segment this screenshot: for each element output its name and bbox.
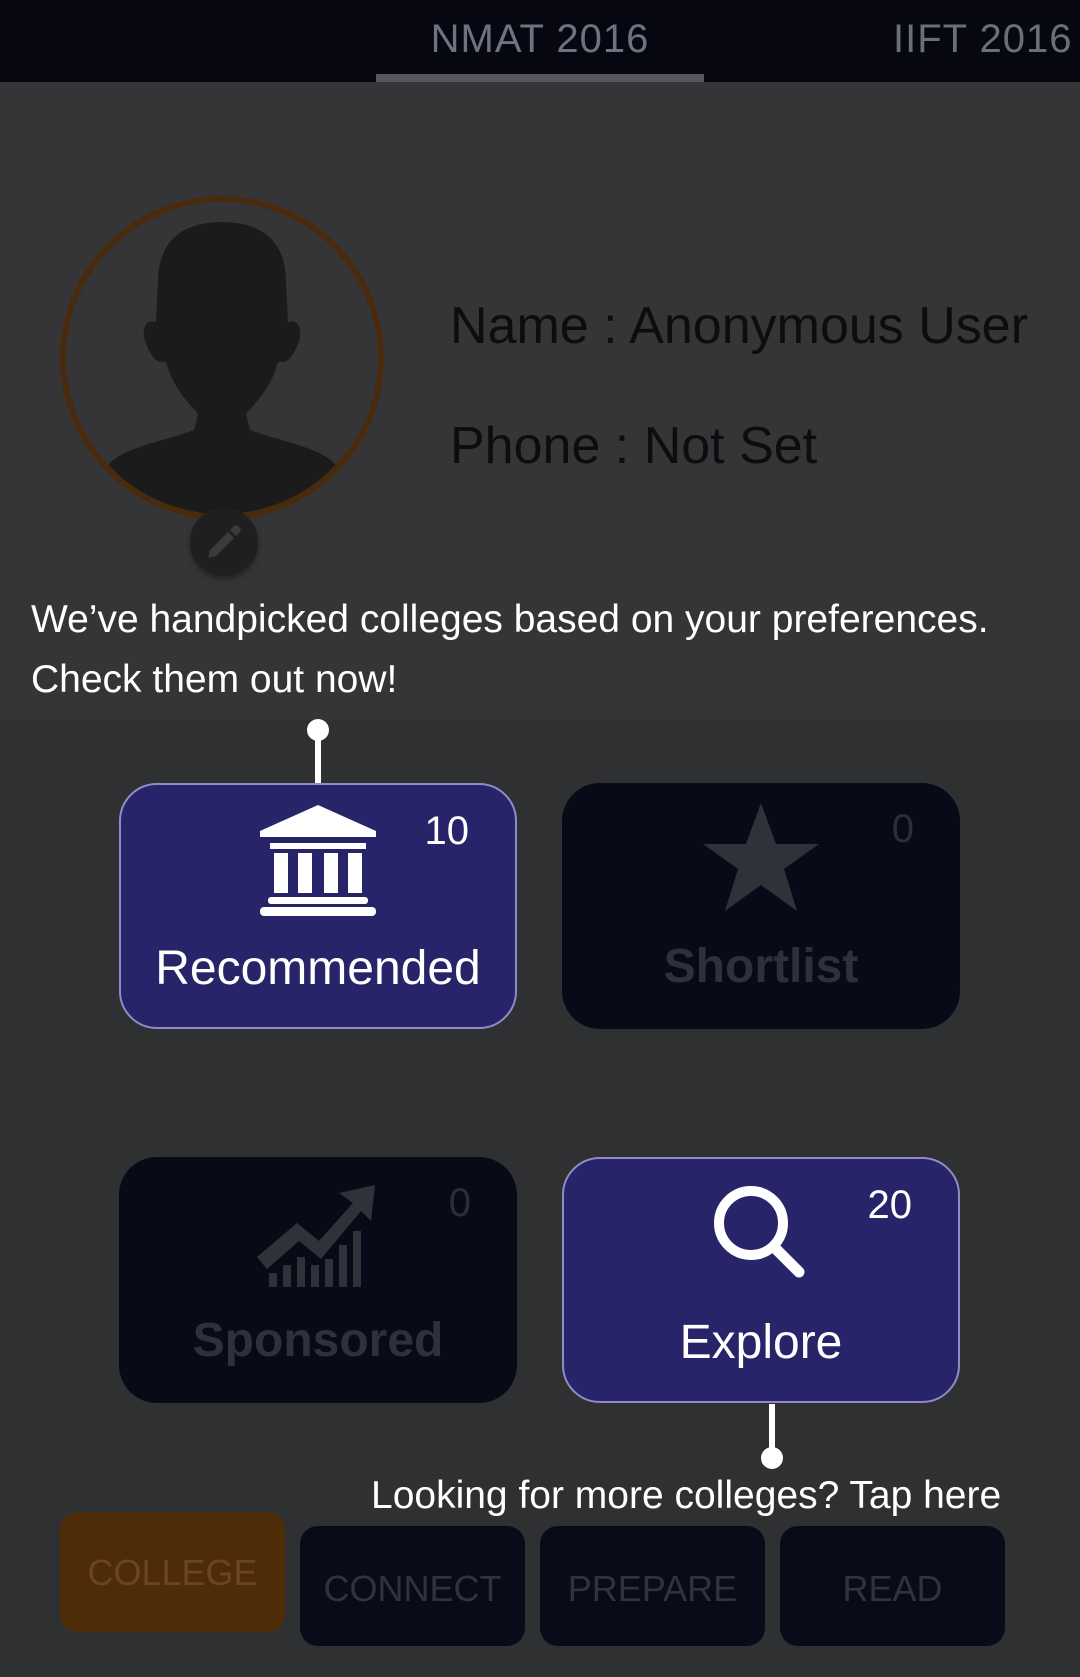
sponsored-label: Sponsored: [192, 1314, 444, 1367]
explore-count: 20: [867, 1183, 913, 1227]
search-icon: [714, 1186, 805, 1278]
active-tab-indicator: [376, 74, 704, 82]
shortlist-card[interactable]: 0 Shortlist: [562, 783, 960, 1029]
recommended-tooltip-line-1: We’ve handpicked colleges based on your …: [31, 598, 989, 641]
nav-prepare-button[interactable]: PREPARE: [540, 1526, 765, 1646]
recommended-card[interactable]: 10 Recommended: [119, 783, 517, 1029]
nav-connect-button[interactable]: CONNECT: [300, 1526, 525, 1646]
pencil-icon: [208, 525, 241, 558]
recommended-label: Recommended: [155, 942, 481, 995]
profile-phone: Phone : Not Set: [450, 417, 818, 475]
tab-iift-2016[interactable]: IIFT 2016: [893, 0, 1072, 82]
sponsored-card[interactable]: 0 Sponsored: [119, 1157, 517, 1403]
sponsored-count: 0: [448, 1181, 471, 1225]
profile-name: Name : Anonymous User: [450, 297, 1029, 355]
avatar: [60, 196, 384, 520]
explore-card[interactable]: 20 Explore: [562, 1157, 960, 1403]
tooltip-pointer-line: [315, 728, 321, 784]
user-silhouette-icon: [88, 222, 356, 514]
recommended-count: 10: [424, 809, 470, 853]
bank-icon: [260, 805, 376, 916]
edit-profile-button[interactable]: [190, 508, 258, 576]
nav-college-button[interactable]: COLLEGE: [60, 1512, 285, 1632]
shortlist-label: Shortlist: [663, 940, 859, 993]
shortlist-count: 0: [891, 807, 914, 851]
star-icon: [703, 803, 819, 911]
trending-up-icon: [257, 1185, 375, 1287]
recommended-tooltip-line-2: Check them out now!: [31, 658, 398, 701]
top-tab-bar: NMAT 2016 IIFT 2016: [0, 0, 1080, 82]
explore-tooltip: Looking for more colleges? Tap here: [371, 1474, 1002, 1517]
explore-label: Explore: [679, 1316, 843, 1369]
tab-nmat-2016[interactable]: NMAT 2016: [376, 0, 704, 82]
nav-read-button[interactable]: READ: [780, 1526, 1005, 1646]
recommended-tooltip: We’ve handpicked colleges based on your …: [31, 590, 989, 710]
